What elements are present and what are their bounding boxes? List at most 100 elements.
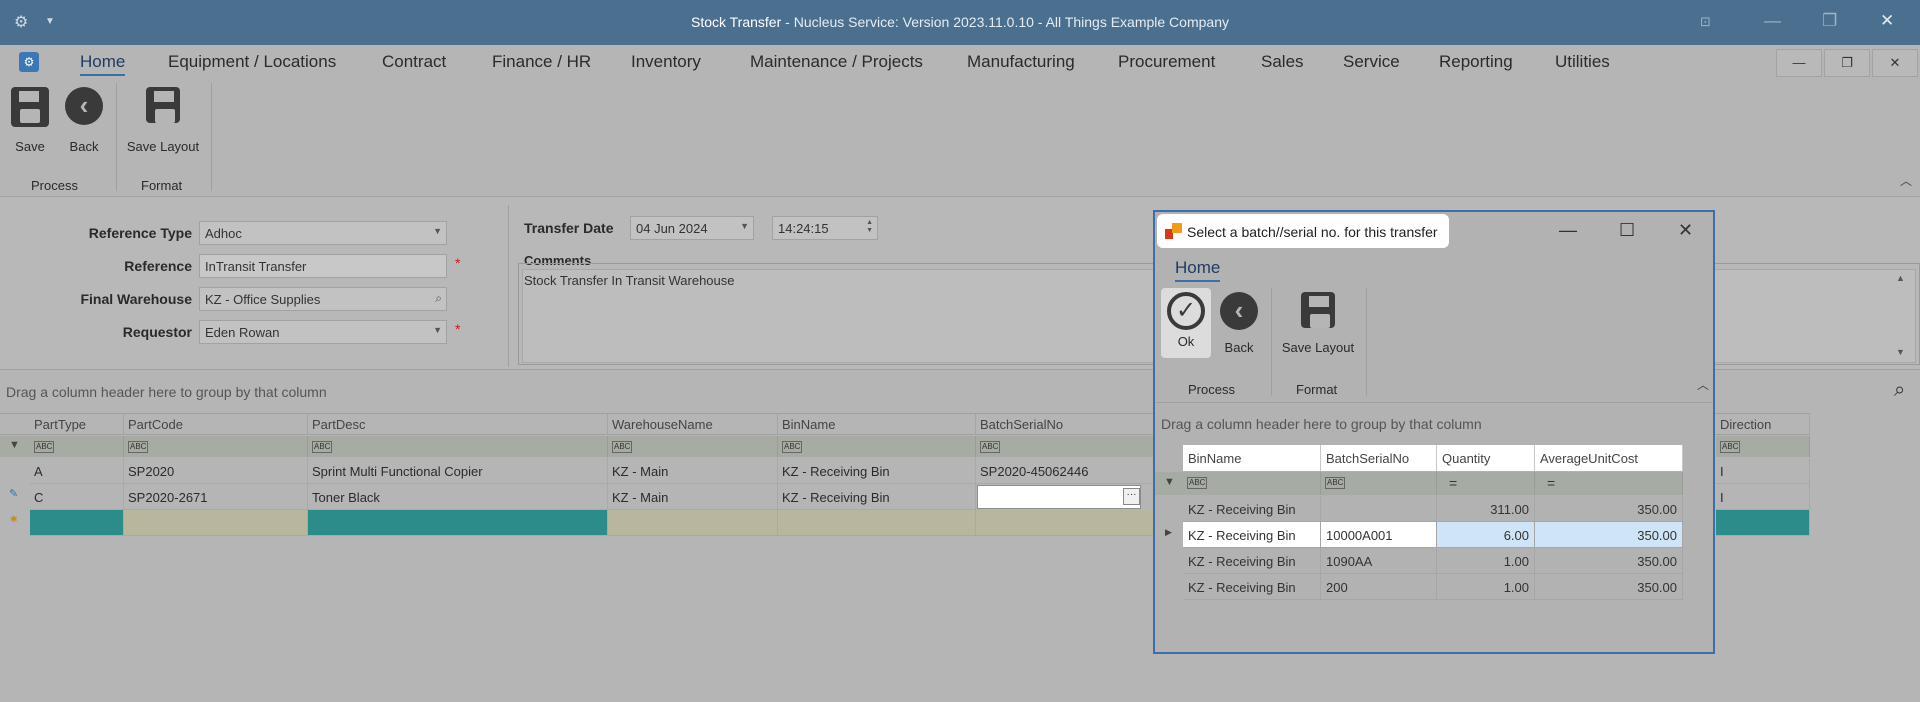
menu-inventory[interactable]: Inventory — [631, 52, 701, 72]
final-warehouse-lookup[interactable]: KZ - Office Supplies ⌕ — [199, 287, 447, 311]
filter-cell-binname[interactable]: ABC — [1183, 472, 1321, 495]
column-header-batchserialno[interactable]: BatchSerialNo — [1321, 445, 1437, 471]
cell-partcode[interactable]: SP2020-2671 — [124, 484, 308, 510]
cell-quantity[interactable]: 1.00 — [1437, 574, 1535, 600]
minimize-icon[interactable]: — — [1559, 220, 1577, 241]
tab-home[interactable]: Home — [1175, 258, 1221, 282]
scroll-up-icon[interactable]: ▲ — [1896, 273, 1905, 283]
save-button[interactable]: Save — [10, 87, 50, 154]
requestor-select[interactable]: Eden Rowan ▼ — [199, 320, 447, 344]
cell-averageunitcost[interactable]: 350.00 — [1535, 548, 1683, 574]
cell-quantity[interactable]: 311.00 — [1437, 496, 1535, 522]
new-cell-warehousename[interactable] — [608, 510, 778, 536]
menu-reporting[interactable]: Reporting — [1439, 52, 1513, 72]
new-cell-partdesc[interactable] — [308, 510, 608, 536]
column-header-direction[interactable]: Direction — [1716, 413, 1810, 435]
mdi-close-button[interactable]: ✕ — [1872, 49, 1918, 77]
close-icon[interactable]: ✕ — [1880, 11, 1894, 31]
column-header-binname[interactable]: BinName — [1183, 445, 1321, 471]
cell-averageunitcost[interactable]: 350.00 — [1535, 496, 1683, 522]
cell-binname[interactable]: KZ - Receiving Bin — [1183, 496, 1321, 522]
menu-maintenance-projects[interactable]: Maintenance / Projects — [750, 52, 923, 72]
mdi-restore-button[interactable]: ❐ — [1824, 49, 1870, 77]
ok-button[interactable]: ✓ Ok — [1161, 288, 1211, 358]
cell-batchserialno[interactable]: 10000A001 — [1321, 522, 1437, 548]
menu-utilities[interactable]: Utilities — [1555, 52, 1610, 72]
cell-partcode[interactable]: SP2020 — [124, 458, 308, 484]
menu-manufacturing[interactable]: Manufacturing — [967, 52, 1075, 72]
cell-binname[interactable]: KZ - Receiving Bin — [1183, 574, 1321, 600]
cell-partdesc[interactable]: Toner Black — [308, 484, 608, 510]
menu-procurement[interactable]: Procurement — [1118, 52, 1215, 72]
column-header-parttype[interactable]: PartType — [30, 413, 124, 435]
menu-sales[interactable]: Sales — [1261, 52, 1304, 72]
close-icon[interactable]: ✕ — [1678, 220, 1693, 241]
cell-batchserialno[interactable]: 200 — [1321, 574, 1437, 600]
spin-icon[interactable]: ▲ ▼ — [866, 219, 873, 235]
cell-batchserialno[interactable]: SP2020-45062446 — [976, 458, 1154, 484]
filter-cell-averageunitcost[interactable]: = — [1535, 472, 1683, 495]
cell-quantity[interactable]: 1.00 — [1437, 548, 1535, 574]
column-header-binname[interactable]: BinName — [778, 413, 976, 435]
cell-binname[interactable]: KZ - Receiving Bin — [778, 458, 976, 484]
cell-direction[interactable]: I — [1716, 484, 1810, 510]
maximize-icon[interactable]: ❐ — [1822, 11, 1837, 31]
filter-cell-partcode[interactable]: ABC — [124, 436, 308, 457]
column-header-batchserialno[interactable]: BatchSerialNo — [976, 413, 1154, 435]
new-cell-batchserialno[interactable] — [976, 510, 1154, 536]
search-icon[interactable]: ⌕ — [435, 291, 442, 306]
scroll-down-icon[interactable]: ▼ — [1896, 347, 1905, 357]
cell-batchserialno[interactable] — [1321, 496, 1437, 522]
cell-binname[interactable]: KZ - Receiving Bin — [1183, 548, 1321, 574]
menu-home[interactable]: Home — [80, 52, 126, 76]
search-icon[interactable]: ⌕ — [1894, 379, 1905, 402]
reference-input[interactable]: InTransit Transfer — [199, 254, 447, 278]
new-cell-partcode[interactable] — [124, 510, 308, 536]
filter-cell-batchserialno[interactable]: ABC — [1321, 472, 1437, 495]
filter-cell-binname[interactable]: ABC — [778, 436, 976, 457]
save-layout-button[interactable]: Save Layout — [122, 87, 204, 154]
cell-partdesc[interactable]: Sprint Multi Functional Copier — [308, 458, 608, 484]
ellipsis-button[interactable]: ··· — [1123, 488, 1140, 505]
column-header-partcode[interactable]: PartCode — [124, 413, 308, 435]
batchserialno-editor[interactable] — [977, 485, 1141, 509]
filter-cell-direction[interactable]: ABC — [1716, 436, 1810, 457]
collapse-ribbon-icon[interactable]: ︿ — [1697, 376, 1709, 393]
menu-contract[interactable]: Contract — [382, 52, 446, 72]
cell-direction[interactable]: I — [1716, 458, 1810, 484]
mdi-minimize-button[interactable]: — — [1776, 49, 1822, 77]
filter-cell-quantity[interactable]: = — [1437, 472, 1535, 495]
menu-finance-hr[interactable]: Finance / HR — [492, 52, 591, 72]
dialog-back-button[interactable]: ‹ Back — [1217, 292, 1261, 355]
cell-warehousename[interactable]: KZ - Main — [608, 484, 778, 510]
transfer-date-input[interactable]: 04 Jun 2024 ▼ — [630, 216, 754, 240]
cell-parttype[interactable]: C — [30, 484, 124, 510]
cell-warehousename[interactable]: KZ - Main — [608, 458, 778, 484]
cell-batchserialno[interactable]: 1090AA — [1321, 548, 1437, 574]
cell-averageunitcost[interactable]: 350.00 — [1535, 522, 1683, 548]
column-header-averageunitcost[interactable]: AverageUnitCost — [1535, 445, 1683, 471]
cell-binname[interactable]: KZ - Receiving Bin — [1183, 522, 1321, 548]
transfer-time-input[interactable]: 14:24:15 ▲ ▼ — [772, 216, 878, 240]
filter-cell-batchserialno[interactable]: ABC — [976, 436, 1154, 457]
new-cell-parttype[interactable] — [30, 510, 124, 536]
app-gear-icon[interactable]: ⚙ — [19, 52, 39, 72]
cell-quantity[interactable]: 6.00 — [1437, 522, 1535, 548]
minimize-icon[interactable]: — — [1764, 11, 1781, 31]
maximize-icon[interactable]: ☐ — [1619, 220, 1635, 241]
new-cell-binname[interactable] — [778, 510, 976, 536]
menu-service[interactable]: Service — [1343, 52, 1400, 72]
dialog-save-layout-button[interactable]: Save Layout — [1277, 292, 1359, 355]
column-header-quantity[interactable]: Quantity — [1437, 445, 1535, 471]
filter-cell-partdesc[interactable]: ABC — [308, 436, 608, 457]
collapse-ribbon-icon[interactable]: ︿ — [1900, 172, 1912, 189]
cell-binname[interactable]: KZ - Receiving Bin — [778, 484, 976, 510]
filter-cell-parttype[interactable]: ABC — [30, 436, 124, 457]
column-header-warehousename[interactable]: WarehouseName — [608, 413, 778, 435]
filter-cell-warehousename[interactable]: ABC — [608, 436, 778, 457]
new-cell-direction[interactable] — [1716, 510, 1810, 536]
column-header-partdesc[interactable]: PartDesc — [308, 413, 608, 435]
cell-parttype[interactable]: A — [30, 458, 124, 484]
reference-type-select[interactable]: Adhoc ▼ — [199, 221, 447, 245]
restore-layout-icon[interactable]: ⊡ — [1700, 14, 1711, 30]
